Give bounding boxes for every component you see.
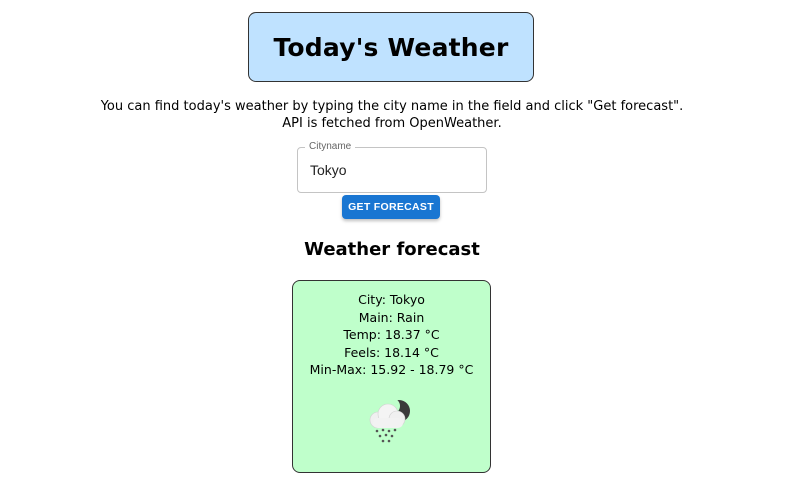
forecast-minmax: Min-Max: 15.92 - 18.79 °C: [309, 362, 474, 377]
description-line-1: You can find today's weather by typing t…: [100, 99, 684, 114]
cityname-field[interactable]: Cityname: [297, 140, 487, 193]
forecast-main: Main: Rain: [358, 309, 425, 325]
description: You can find today's weather by typing t…: [0, 98, 784, 132]
description-line-2: API is fetched from OpenWeather.: [282, 116, 502, 131]
forecast-city: City: Tokyo: [358, 292, 425, 307]
forecast-feels: Feels: 18.14 °C: [344, 344, 439, 360]
rain-cloud-moon-icon: [369, 397, 410, 442]
cityname-input[interactable]: [298, 148, 486, 192]
forecast-temp: Temp: 18.37 °C: [343, 327, 440, 342]
get-forecast-button[interactable]: GET FORECAST: [342, 195, 440, 219]
page-title: Today's Weather: [273, 32, 509, 62]
forecast-heading: Weather forecast: [304, 239, 480, 260]
title-banner: Today's Weather: [248, 12, 534, 82]
forecast-card: City: Tokyo Main: Rain Temp: 18.37 °C Fe…: [292, 280, 491, 473]
